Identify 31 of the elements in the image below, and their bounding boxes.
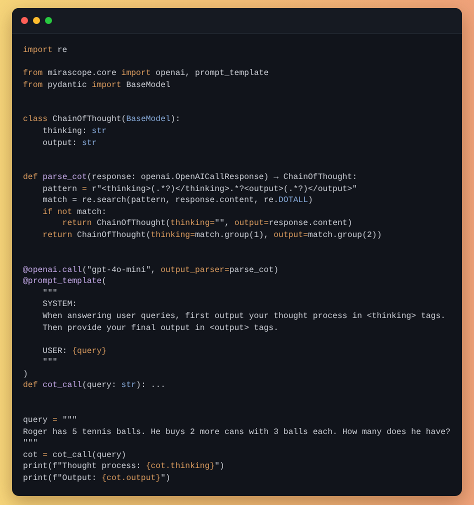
code-line: if not match: <box>42 206 108 218</box>
code-line: from mirascope.core import openai, prompt_template <box>23 68 270 80</box>
code-line: @prompt_template( <box>23 276 108 288</box>
code-line: query = """ <box>23 415 78 427</box>
code-line: """ <box>23 438 39 450</box>
code-line: print(f"Output: {cot.output}") <box>23 472 172 484</box>
code-line: def parse_cot(response: openai.OpenAICallResponse) → ChainOfThought: <box>23 172 358 184</box>
code-line: from pydantic import BaseModel <box>23 80 172 92</box>
minimize-button[interactable] <box>33 17 40 24</box>
code-line: cot = cot_call(query) <box>23 450 128 462</box>
code-line: @openai.call("gpt-4o-mini", output_parser=parse_cot) <box>23 264 280 276</box>
code-line: SYSTEM: <box>42 299 78 311</box>
code-line: """ <box>42 357 58 369</box>
code-line: Then provide your final output in <output> tags. <box>42 322 280 334</box>
maximize-button[interactable] <box>45 17 52 24</box>
code-line: pattern = r"<thinking>(.*?)</thinking>.*?<output>(.*?)</output>" <box>42 184 358 196</box>
close-button[interactable] <box>21 17 28 24</box>
code-line: match = re.search(pattern, response.content, re.DOTALL) <box>42 195 314 207</box>
code-line: print(f"Thought process: {cot.thinking}") <box>23 461 226 473</box>
code-line: When answering user queries, first output your thought process in <thinking> tags. <box>42 310 447 322</box>
code-line: USER: {query} <box>42 346 108 358</box>
code-line: import re <box>23 45 68 57</box>
code-line: """ <box>42 288 58 300</box>
code-line: return ChainOfThought(thinking=match.group(1), output=match.group(2)) <box>42 230 383 242</box>
code-line: class ChainOfThought(BaseModel): <box>23 114 182 126</box>
code-line: ) <box>23 368 29 380</box>
code-line: return ChainOfThought(thinking="", output=response.content) <box>61 218 354 230</box>
code-line: def cot_call(query: str): ... <box>23 380 167 392</box>
code-line: Roger has 5 tennis balls. He buys 2 more cans with 3 balls each. How many does he have? <box>23 426 452 438</box>
code-line: thinking: str <box>42 126 108 138</box>
code-line: output: str <box>42 138 98 150</box>
